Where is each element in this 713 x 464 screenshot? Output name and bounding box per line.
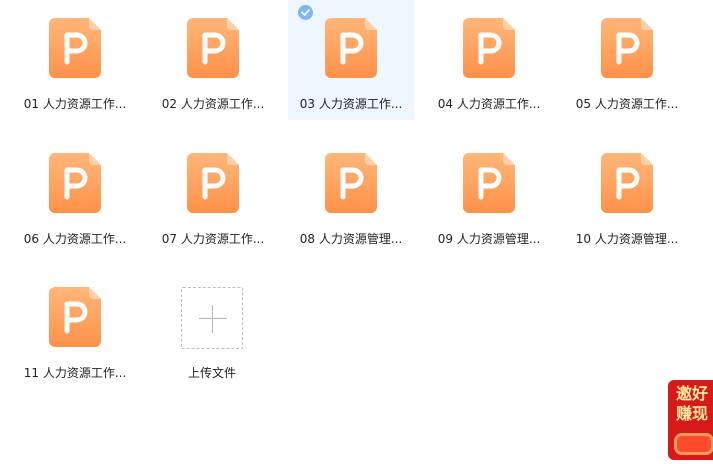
ppt-file-icon [601,18,653,78]
check-circle-icon[interactable] [298,5,313,20]
file-tile-04[interactable]: 04 人力资源工作... [426,0,552,120]
promo-text-line2: 赚现 [676,404,709,423]
ppt-file-icon [463,18,515,78]
ppt-file-icon [49,153,101,213]
file-tile-07[interactable]: 07 人力资源工作... [150,135,276,255]
file-grid: 01 人力资源工作... 02 人力资源工作... 03 人力资源工作... 0… [12,0,712,464]
file-name: 09 人力资源管理... [437,232,541,246]
file-tile-11[interactable]: 11 人力资源工作... [12,269,138,389]
file-name: 05 人力资源工作... [575,97,679,111]
ppt-file-icon [325,18,377,78]
ppt-file-icon [187,153,239,213]
file-name: 07 人力资源工作... [161,232,265,246]
ppt-file-icon [325,153,377,213]
file-tile-03[interactable]: 03 人力资源工作... [288,0,414,120]
file-tile-01[interactable]: 01 人力资源工作... [12,0,138,120]
file-name: 10 人力资源管理... [575,232,679,246]
file-tile-10[interactable]: 10 人力资源管理... [564,135,690,255]
file-name: 03 人力资源工作... [299,97,403,111]
file-name: 04 人力资源工作... [437,97,541,111]
file-name: 01 人力资源工作... [23,97,127,111]
file-tile-08[interactable]: 08 人力资源管理... [288,135,414,255]
file-name: 06 人力资源工作... [23,232,127,246]
ppt-file-icon [463,153,515,213]
file-tile-06[interactable]: 06 人力资源工作... [12,135,138,255]
ppt-file-icon [49,287,101,347]
file-name: 11 人力资源工作... [23,366,127,380]
ppt-file-icon [187,18,239,78]
ppt-file-icon [601,153,653,213]
red-envelope-icon [674,433,713,455]
file-tile-09[interactable]: 09 人力资源管理... [426,135,552,255]
ppt-file-icon [49,18,101,78]
promo-text-line1: 邀好 [676,384,709,403]
upload-label: 上传文件 [187,366,236,380]
file-tile-02[interactable]: 02 人力资源工作... [150,0,276,120]
file-tile-05[interactable]: 05 人力资源工作... [564,0,690,120]
invite-promo-banner[interactable]: 邀好 赚现 [668,380,713,460]
file-name: 08 人力资源管理... [299,232,403,246]
file-name: 02 人力资源工作... [161,97,265,111]
upload-button[interactable] [181,287,243,349]
